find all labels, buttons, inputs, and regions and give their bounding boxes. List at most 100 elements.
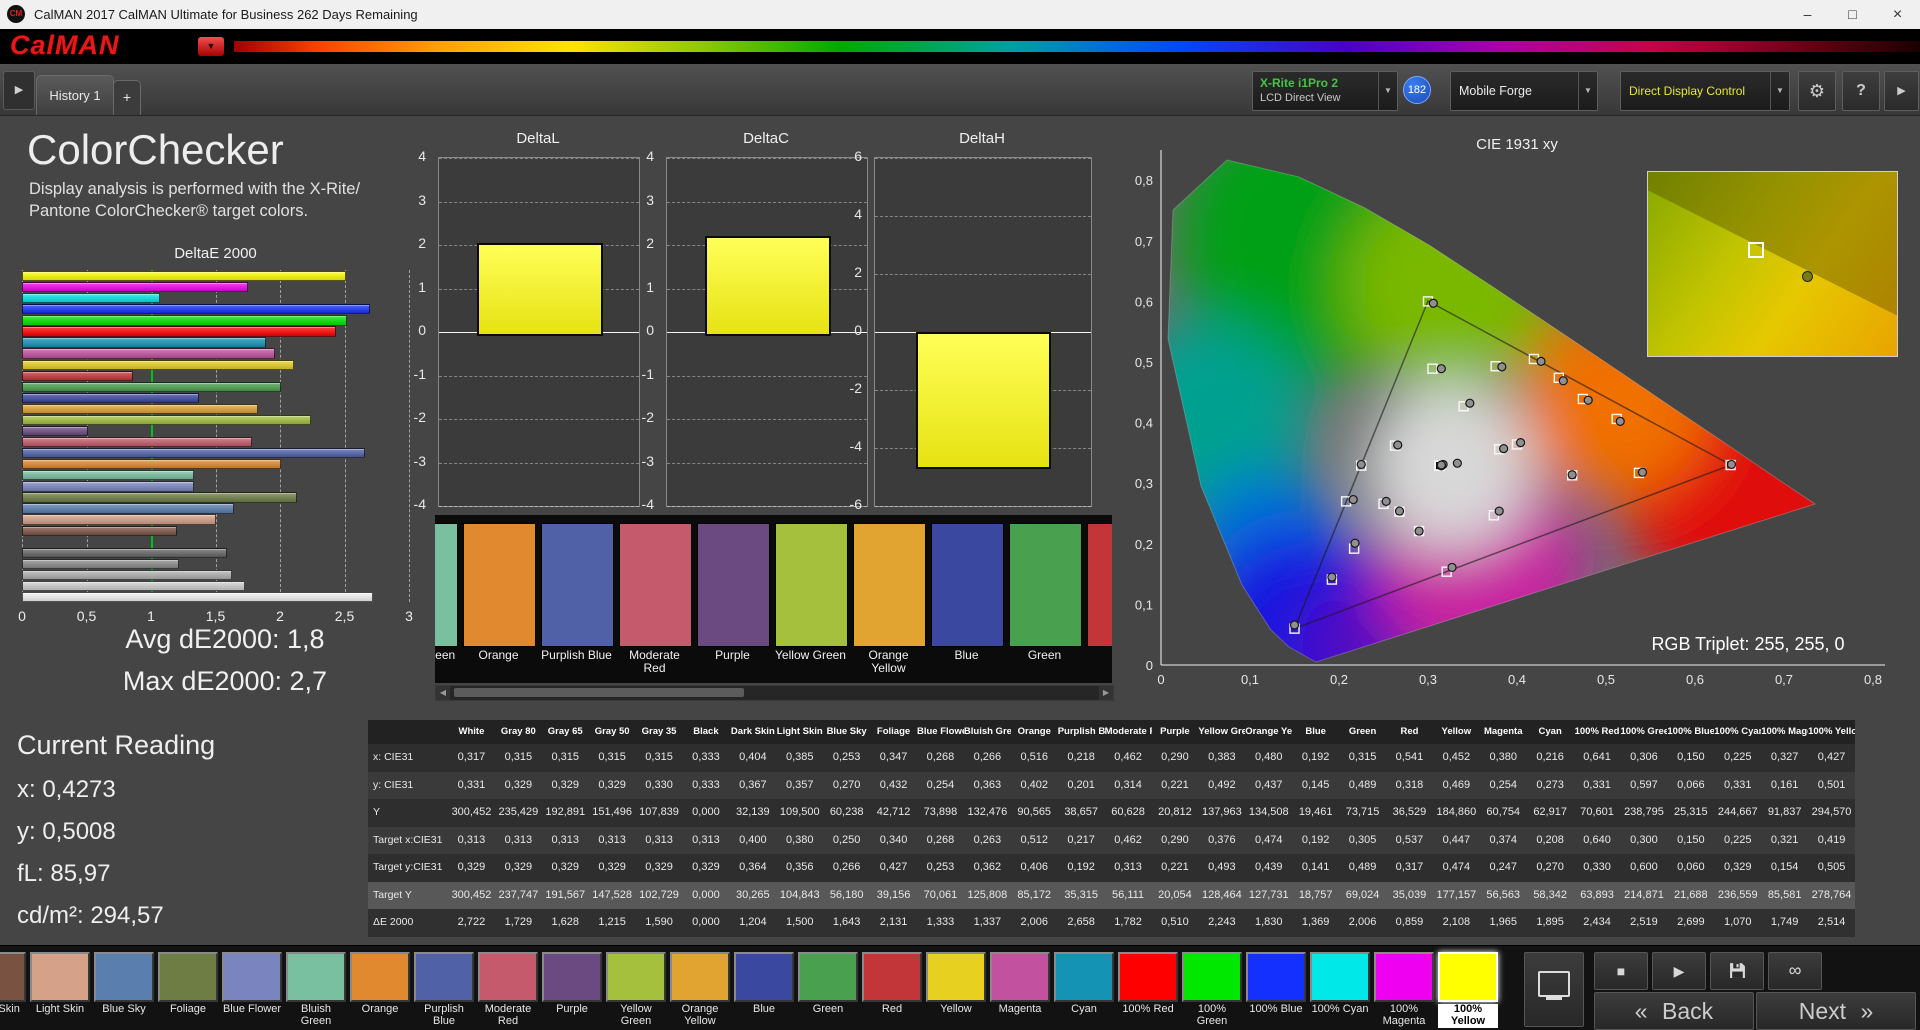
maximize-button-icon[interactable]: □ <box>1830 0 1875 29</box>
table-cell: 2,434 <box>1583 916 1611 928</box>
patch-button[interactable]: Purple <box>542 952 602 1016</box>
patch-button[interactable]: 100% Green <box>1182 952 1242 1028</box>
play-button-icon[interactable]: ▶ <box>1652 952 1706 990</box>
patch-button[interactable]: Yellow <box>926 952 986 1016</box>
patch-button[interactable]: Moderate Red <box>478 952 538 1028</box>
patch-button[interactable]: Purplish Blue <box>414 952 474 1028</box>
patch-button[interactable]: Orange <box>350 952 410 1016</box>
meter-dropdown[interactable]: X-Rite i1Pro 2 LCD Direct View ▼ <box>1252 71 1398 111</box>
table-cell: 0,218 <box>1067 751 1095 763</box>
back-button[interactable]: « Back <box>1594 992 1754 1030</box>
calman-logo: CalMAN <box>10 30 120 60</box>
chevron-down-icon[interactable]: ▼ <box>1378 72 1397 110</box>
deltae-bar <box>22 381 281 392</box>
patch-button[interactable]: Foliage <box>158 952 218 1016</box>
strip-swatch-label: Bluish Green <box>435 648 456 662</box>
strip-swatch[interactable] <box>1087 523 1112 647</box>
strip-swatch[interactable] <box>931 523 1004 647</box>
patch-button[interactable]: Orange Yellow <box>670 952 730 1028</box>
cie-measured-dot <box>1567 470 1577 480</box>
table-column-header: 100% Magenta <box>1761 726 1808 737</box>
patch-button[interactable]: 100% Cyan <box>1310 952 1370 1016</box>
table-cell: 0,000 <box>692 888 720 901</box>
patch-button-swatch <box>542 952 602 1002</box>
minimize-button-icon[interactable]: – <box>1785 0 1830 29</box>
table-cell: 25,315 <box>1674 806 1708 818</box>
patch-button[interactable]: Yellow Green <box>606 952 666 1028</box>
table-cell: 0,512 <box>1020 833 1048 846</box>
cie-measured-dot <box>1327 572 1337 582</box>
patch-button-swatch <box>1118 952 1178 1002</box>
table-row-label: Target Y <box>373 888 412 901</box>
next-button[interactable]: Next » <box>1756 992 1916 1030</box>
table-cell: 90,565 <box>1017 806 1052 818</box>
patch-button[interactable]: 100% Red <box>1118 952 1178 1016</box>
chevron-down-icon[interactable]: ▼ <box>1770 72 1789 110</box>
patch-button[interactable]: Red <box>862 952 922 1016</box>
loop-button-icon[interactable]: ∞ <box>1768 952 1822 990</box>
patch-button-label: Magenta <box>998 1003 1042 1015</box>
display-preview-button[interactable] <box>1524 952 1584 1027</box>
close-button-icon[interactable]: × <box>1875 0 1920 29</box>
strip-swatch[interactable] <box>853 523 926 647</box>
strip-swatch[interactable] <box>619 523 692 647</box>
page-description-line1: Display analysis is performed with the X… <box>29 180 361 198</box>
brand-dropdown-icon[interactable]: ▼ <box>198 37 224 56</box>
table-column-header: Moderate Red <box>1104 726 1152 737</box>
strip-swatch[interactable] <box>775 523 848 647</box>
patch-button[interactable]: Bluish Green <box>286 952 346 1028</box>
patch-button[interactable]: Blue Sky <box>94 952 154 1016</box>
help-icon[interactable]: ? <box>1842 71 1880 111</box>
deltac-chart-title: DeltaC <box>743 130 789 147</box>
table-column-header: Blue Sky <box>826 726 867 737</box>
patch-button-swatch <box>414 952 474 1002</box>
patch-button[interactable]: 100% Yellow <box>1438 952 1498 1028</box>
table-cell: 0,406 <box>1020 861 1048 873</box>
scroll-right-icon[interactable]: ▶ <box>1099 686 1113 700</box>
patch-button[interactable]: Cyan <box>1054 952 1114 1016</box>
table-cell: 2,519 <box>1630 916 1658 928</box>
left-panel-toggle-icon[interactable]: ▶ <box>3 71 35 110</box>
patch-button[interactable]: Green <box>798 952 858 1016</box>
table-cell: 20,812 <box>1158 806 1192 818</box>
stop-button-icon[interactable]: ■ <box>1594 952 1648 990</box>
patch-button[interactable]: Blue Flower <box>222 952 282 1016</box>
table-column-header: 100% Yellow <box>1808 726 1855 737</box>
table-cell: 0,268 <box>926 751 955 763</box>
cie-measured-dot <box>1381 496 1391 506</box>
patch-button[interactable]: Dark Skin <box>0 952 26 1016</box>
strip-swatch[interactable] <box>435 523 458 647</box>
table-row-label: Target y:CIE31 <box>373 861 443 873</box>
table-column-header: Gray 65 <box>547 726 583 737</box>
strip-swatch[interactable] <box>541 523 614 647</box>
deltae-bar <box>22 315 347 326</box>
strip-swatch[interactable] <box>697 523 770 647</box>
table-row: y: CIE31 0,331 0,329 0,329 0,329 0,330 0,333 0,… <box>368 771 1855 799</box>
deltal-bar-chart <box>438 157 640 507</box>
add-tab-button[interactable]: + <box>113 80 141 115</box>
chevron-down-icon[interactable]: ▼ <box>1578 72 1597 110</box>
cie-x-tick-label: 0,4 <box>1508 672 1526 687</box>
patch-button[interactable]: Light Skin <box>30 952 90 1016</box>
strip-swatch[interactable] <box>1009 523 1082 647</box>
scroll-left-icon[interactable]: ◀ <box>436 686 450 700</box>
display-control-dropdown[interactable]: Direct Display Control ▼ <box>1620 71 1790 111</box>
table-cell: 236,559 <box>1717 888 1758 901</box>
strip-swatch[interactable] <box>463 523 536 647</box>
tab-history-1[interactable]: History 1 <box>36 75 114 115</box>
patch-button-swatch <box>990 952 1050 1002</box>
patch-button-swatch <box>606 952 666 1002</box>
table-cell: 58,342 <box>1533 888 1567 901</box>
patch-button[interactable]: 100% Blue <box>1246 952 1306 1016</box>
right-panel-toggle-icon[interactable]: ▶ <box>1884 71 1919 111</box>
scrollbar-thumb[interactable] <box>454 688 744 697</box>
settings-gear-icon[interactable]: ⚙ <box>1798 71 1836 111</box>
table-cell: 0,060 <box>1677 861 1705 873</box>
save-button[interactable] <box>1710 952 1764 990</box>
patch-button[interactable]: Magenta <box>990 952 1050 1016</box>
strip-scrollbar[interactable]: ◀ ▶ <box>435 685 1114 701</box>
patch-button[interactable]: 100% Magenta <box>1374 952 1434 1028</box>
patch-button[interactable]: Blue <box>734 952 794 1016</box>
cie-x-tick-label: 0,5 <box>1597 672 1615 687</box>
source-dropdown[interactable]: Mobile Forge ▼ <box>1450 71 1598 111</box>
